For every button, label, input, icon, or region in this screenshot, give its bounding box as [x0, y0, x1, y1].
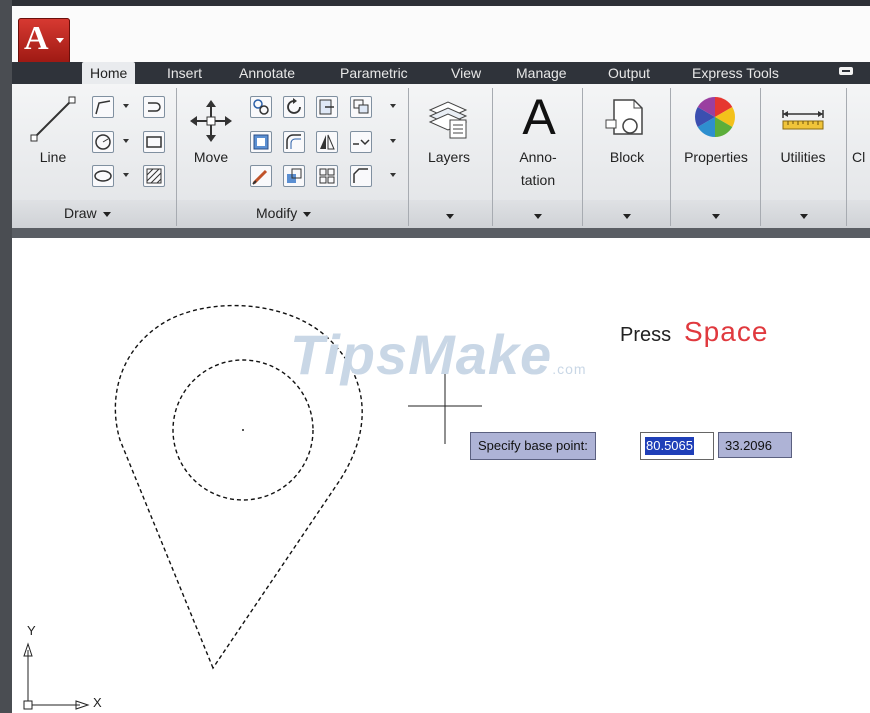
center-point	[242, 429, 244, 431]
watermark-suffix: .com	[552, 361, 587, 377]
watermark: TipsMake.com	[290, 322, 587, 387]
press-hint-key: Space	[684, 316, 769, 347]
dynamic-input-prompt: Specify base point:	[470, 432, 596, 460]
press-hint-label: Press	[620, 324, 672, 346]
ucs-icon	[23, 642, 90, 710]
dynamic-input-y-field[interactable]: 33.2096	[718, 432, 792, 458]
x-coordinate-value: 80.5065	[645, 437, 694, 455]
dynamic-input-x-field[interactable]: 80.5065	[640, 432, 714, 460]
ucs-x-label: X	[93, 695, 102, 710]
watermark-text: TipsMake	[290, 323, 553, 386]
ucs-y-label: Y	[27, 623, 36, 638]
